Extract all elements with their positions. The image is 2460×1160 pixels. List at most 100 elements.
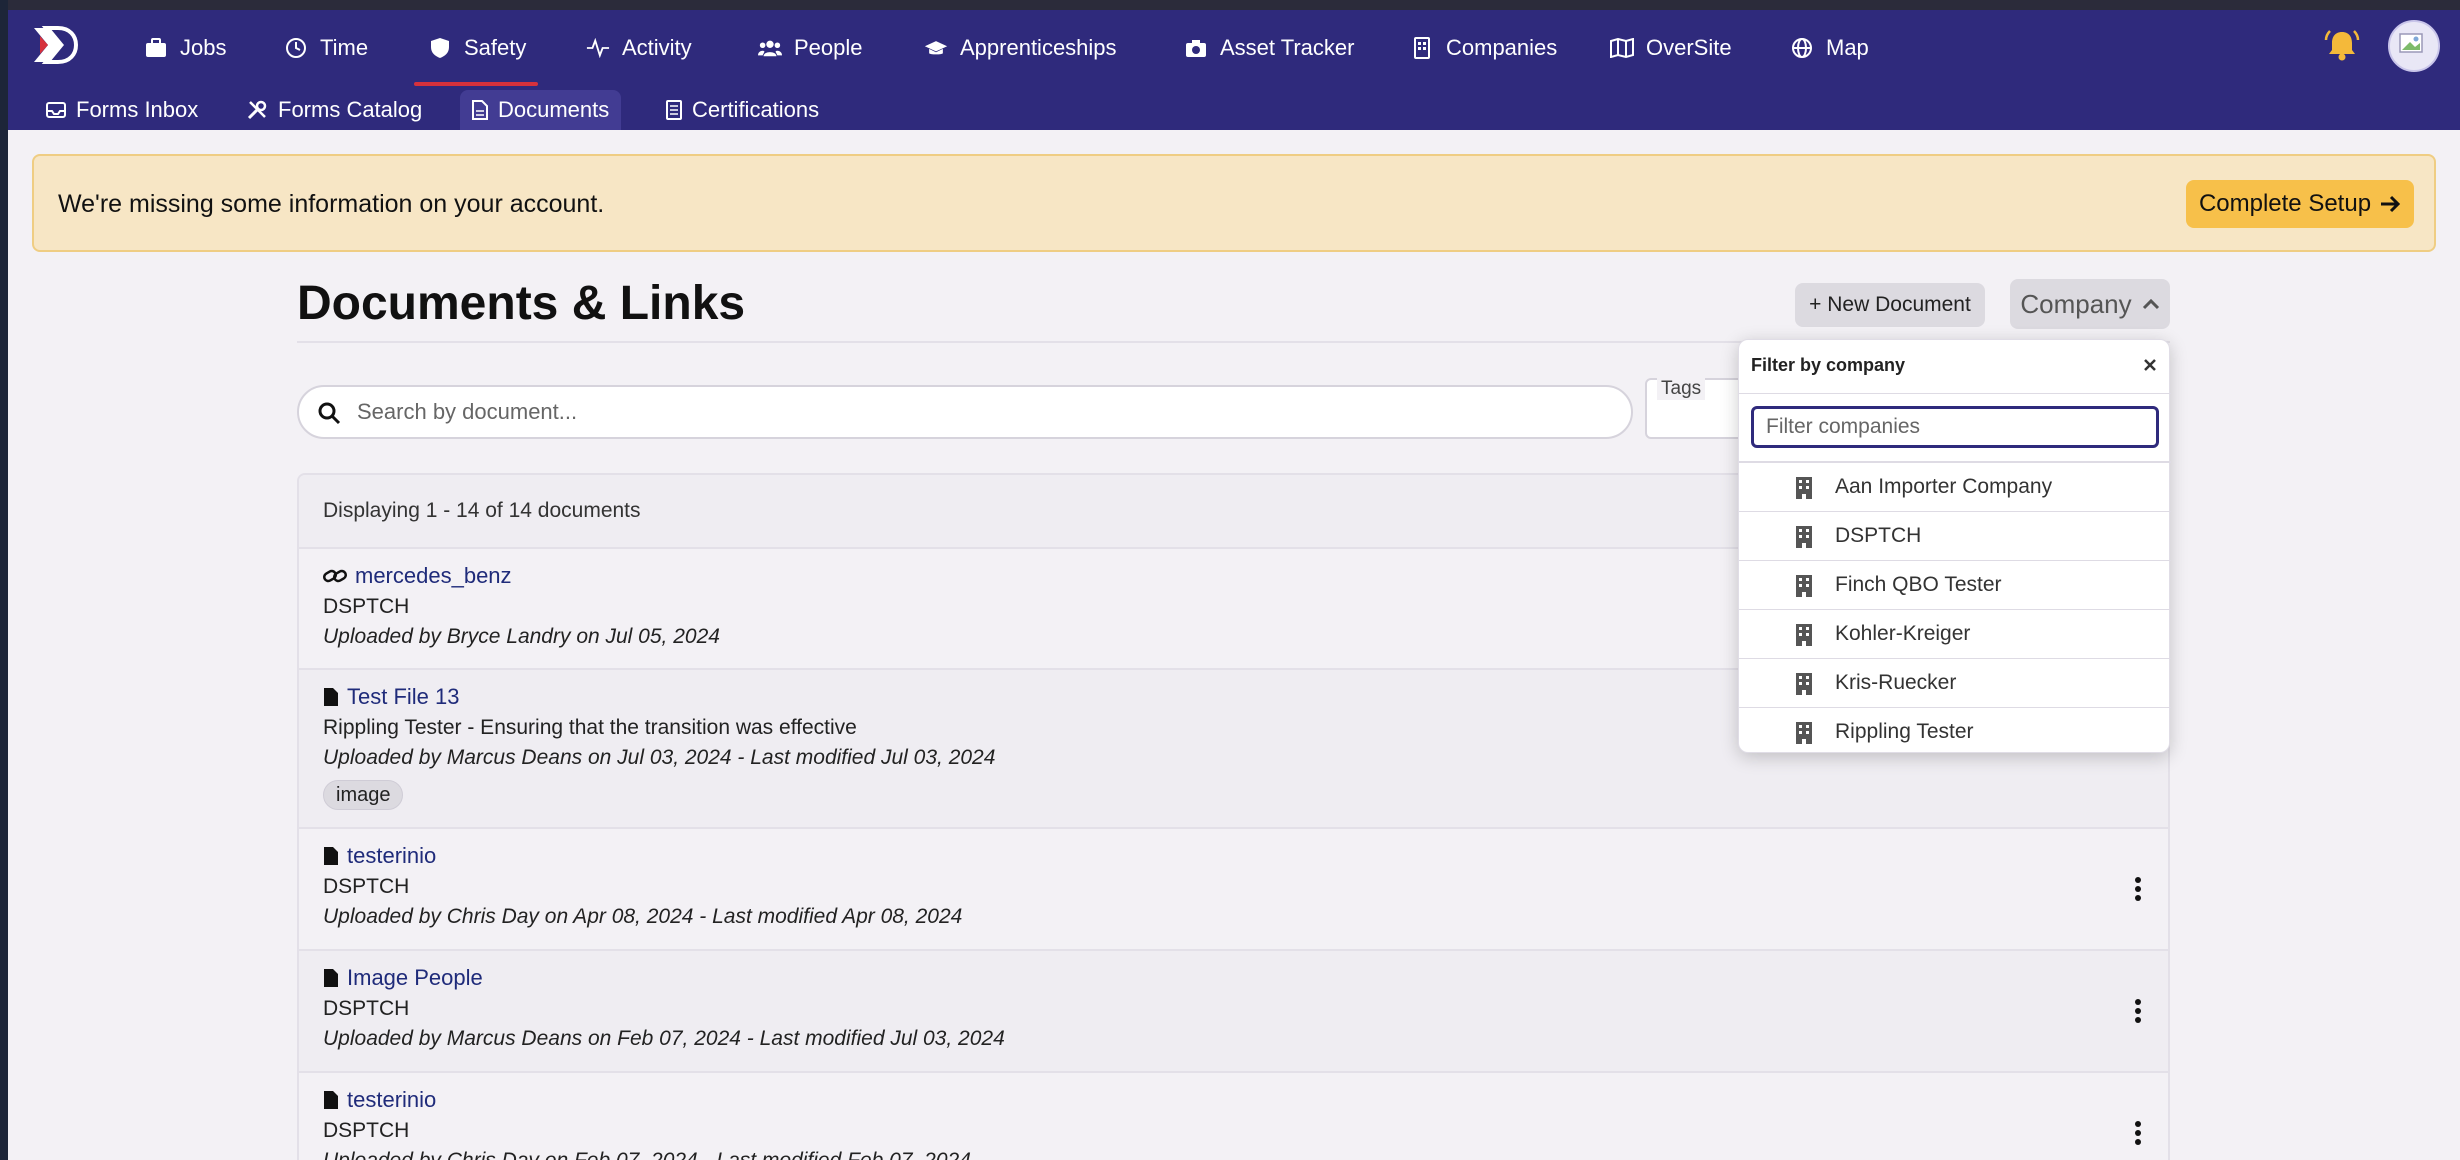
nav-apprenticeships[interactable]: Apprenticeships bbox=[924, 10, 1117, 86]
company-option-label: Kohler-Kreiger bbox=[1835, 622, 1971, 645]
tab-documents[interactable]: Documents bbox=[460, 90, 622, 130]
people-icon bbox=[758, 36, 782, 60]
nav-time[interactable]: Time bbox=[284, 10, 368, 86]
document-title: testerinio bbox=[347, 1087, 437, 1112]
company-option[interactable]: Rippling Tester bbox=[1739, 707, 2171, 756]
document-title: mercedes_benz bbox=[355, 563, 512, 588]
tab-forms-catalog-label: Forms Catalog bbox=[278, 97, 423, 122]
link-icon bbox=[323, 566, 347, 586]
document-row: testerinio DSPTCH Uploaded by Chris Day … bbox=[299, 829, 2168, 951]
nav-people[interactable]: People bbox=[758, 10, 863, 86]
nav-oversite[interactable]: OverSite bbox=[1610, 10, 1732, 86]
company-option[interactable]: Kohler-Kreiger bbox=[1739, 609, 2171, 658]
file-icon bbox=[472, 100, 488, 120]
dropdown-title: Filter by company bbox=[1751, 355, 1906, 375]
nav-companies-label: Companies bbox=[1446, 35, 1558, 60]
tab-forms-inbox[interactable]: Forms Inbox bbox=[34, 90, 210, 130]
nav-apprenticeships-label: Apprenticeships bbox=[960, 35, 1117, 60]
company-filter-label: Company bbox=[2020, 288, 2132, 319]
left-window-strip bbox=[0, 0, 8, 1160]
building-icon bbox=[1795, 574, 1813, 598]
nav-safety-label: Safety bbox=[464, 35, 527, 60]
tags-label: Tags bbox=[1657, 378, 1706, 400]
company-option[interactable]: Finch QBO Tester bbox=[1739, 560, 2171, 609]
document-company: Rippling Tester - Ensuring that the tran… bbox=[323, 716, 857, 739]
building-icon bbox=[1795, 721, 1813, 745]
document-title-link[interactable]: Image People bbox=[323, 965, 483, 991]
nav-safety[interactable]: Safety bbox=[413, 10, 539, 86]
close-icon[interactable] bbox=[2139, 354, 2161, 376]
tab-certifications-label: Certifications bbox=[692, 97, 820, 122]
file-icon bbox=[323, 1090, 339, 1110]
inbox-icon bbox=[46, 101, 66, 119]
company-option-label: DSPTCH bbox=[1835, 524, 1922, 547]
document-row: testerinio DSPTCH Uploaded by Chris Day … bbox=[299, 1073, 2168, 1160]
nav-jobs-label: Jobs bbox=[180, 35, 227, 60]
map-book-icon bbox=[1610, 36, 1634, 60]
document-meta: Uploaded by Marcus Deans on Jul 03, 2024… bbox=[323, 746, 996, 769]
nav-companies[interactable]: Companies bbox=[1410, 10, 1557, 86]
more-options-icon[interactable] bbox=[2123, 1115, 2153, 1151]
dropdown-divider bbox=[1739, 393, 2171, 394]
user-avatar[interactable] bbox=[2388, 20, 2440, 72]
building-icon bbox=[1410, 36, 1434, 60]
more-options-icon[interactable] bbox=[2123, 993, 2153, 1029]
document-tag: image bbox=[323, 780, 404, 810]
account-setup-banner: We're missing some information on your a… bbox=[32, 154, 2436, 252]
globe-icon bbox=[1790, 36, 1814, 60]
camera-icon bbox=[1184, 36, 1208, 60]
nav-map[interactable]: Map bbox=[1790, 10, 1869, 86]
nav-jobs[interactable]: Jobs bbox=[144, 10, 226, 86]
banner-message: We're missing some information on your a… bbox=[58, 190, 605, 218]
nav-activity[interactable]: Activity bbox=[586, 10, 692, 86]
company-option[interactable]: Kris-Ruecker bbox=[1739, 658, 2171, 707]
building-icon bbox=[1795, 476, 1813, 500]
notifications-bell-icon[interactable] bbox=[2322, 26, 2362, 66]
document-company: DSPTCH bbox=[323, 875, 410, 898]
search-bar bbox=[297, 385, 1633, 439]
dsptch-logo[interactable] bbox=[30, 22, 80, 68]
sub-navigation: Forms Inbox Forms Catalog Documents Cert… bbox=[8, 86, 2460, 130]
tools-icon bbox=[246, 99, 268, 121]
graduation-cap-icon bbox=[924, 36, 948, 60]
document-title-link[interactable]: testerinio bbox=[323, 1087, 436, 1113]
chevron-up-icon bbox=[2142, 298, 2160, 310]
filter-companies-input[interactable] bbox=[1751, 406, 2159, 448]
arrow-right-icon bbox=[2379, 194, 2401, 214]
top-navigation: Jobs Time Safety Activity People Apprent… bbox=[8, 10, 2460, 86]
nav-people-label: People bbox=[794, 35, 863, 60]
document-title-link[interactable]: mercedes_benz bbox=[323, 563, 512, 589]
company-option[interactable]: Aan Importer Company bbox=[1739, 462, 2171, 511]
company-option[interactable]: DSPTCH bbox=[1739, 511, 2171, 560]
new-document-button[interactable]: + New Document bbox=[1795, 283, 1985, 327]
shield-icon bbox=[428, 36, 452, 60]
company-filter-dropdown: Filter by company Aan Importer Company D… bbox=[1738, 339, 2171, 756]
list-doc-icon bbox=[666, 100, 682, 120]
nav-time-label: Time bbox=[320, 35, 369, 60]
document-title: testerinio bbox=[347, 843, 437, 868]
more-options-icon[interactable] bbox=[2123, 871, 2153, 907]
building-icon bbox=[1795, 672, 1813, 696]
list-count-text: Displaying 1 - 14 of 14 documents bbox=[323, 499, 641, 522]
document-title-link[interactable]: Test File 13 bbox=[323, 684, 460, 710]
nav-oversite-label: OverSite bbox=[1646, 35, 1732, 60]
document-row: Image People DSPTCH Uploaded by Marcus D… bbox=[299, 951, 2168, 1073]
document-company: DSPTCH bbox=[323, 1119, 410, 1142]
tab-certifications[interactable]: Certifications bbox=[654, 90, 831, 130]
complete-setup-label: Complete Setup bbox=[2198, 190, 2372, 217]
search-input[interactable] bbox=[357, 397, 1597, 427]
nav-asset-tracker[interactable]: Asset Tracker bbox=[1184, 10, 1354, 86]
company-option-label: Finch QBO Tester bbox=[1835, 573, 2002, 596]
company-filter-button[interactable]: Company bbox=[2010, 279, 2170, 329]
briefcase-icon bbox=[144, 36, 168, 60]
search-icon bbox=[317, 401, 341, 425]
document-meta: Uploaded by Chris Day on Apr 08, 2024 - … bbox=[323, 905, 963, 928]
tab-forms-catalog[interactable]: Forms Catalog bbox=[234, 90, 434, 130]
company-option-label: Rippling Tester bbox=[1835, 720, 1974, 743]
building-icon bbox=[1795, 525, 1813, 549]
document-company: DSPTCH bbox=[323, 997, 410, 1020]
activity-icon bbox=[586, 36, 610, 60]
document-meta: Uploaded by Bryce Landry on Jul 05, 2024 bbox=[323, 625, 720, 648]
complete-setup-button[interactable]: Complete Setup bbox=[2186, 180, 2414, 228]
document-title-link[interactable]: testerinio bbox=[323, 843, 436, 869]
